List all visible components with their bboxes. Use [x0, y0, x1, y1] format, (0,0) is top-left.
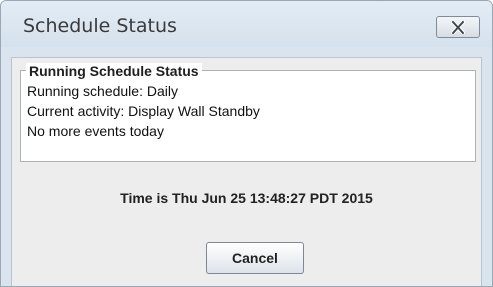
- cancel-button[interactable]: Cancel: [206, 242, 304, 274]
- current-activity-text: Current activity: Display Wall Standby: [27, 103, 260, 119]
- group-legend: Running Schedule Status: [26, 63, 202, 79]
- title-bar[interactable]: Schedule Status: [1, 1, 492, 47]
- events-status-text: No more events today: [27, 123, 164, 139]
- schedule-status-dialog: Schedule Status Running Schedule Status …: [0, 0, 493, 287]
- running-schedule-text: Running schedule: Daily: [27, 83, 178, 99]
- close-icon: [451, 21, 465, 34]
- dialog-title: Schedule Status: [23, 15, 177, 37]
- running-schedule-status-group: Running Schedule Status Running schedule…: [20, 63, 476, 162]
- close-button[interactable]: [436, 16, 480, 38]
- current-time-label: Time is Thu Jun 25 13:48:27 PDT 2015: [120, 190, 373, 206]
- dialog-content: Running Schedule Status Running schedule…: [11, 57, 482, 286]
